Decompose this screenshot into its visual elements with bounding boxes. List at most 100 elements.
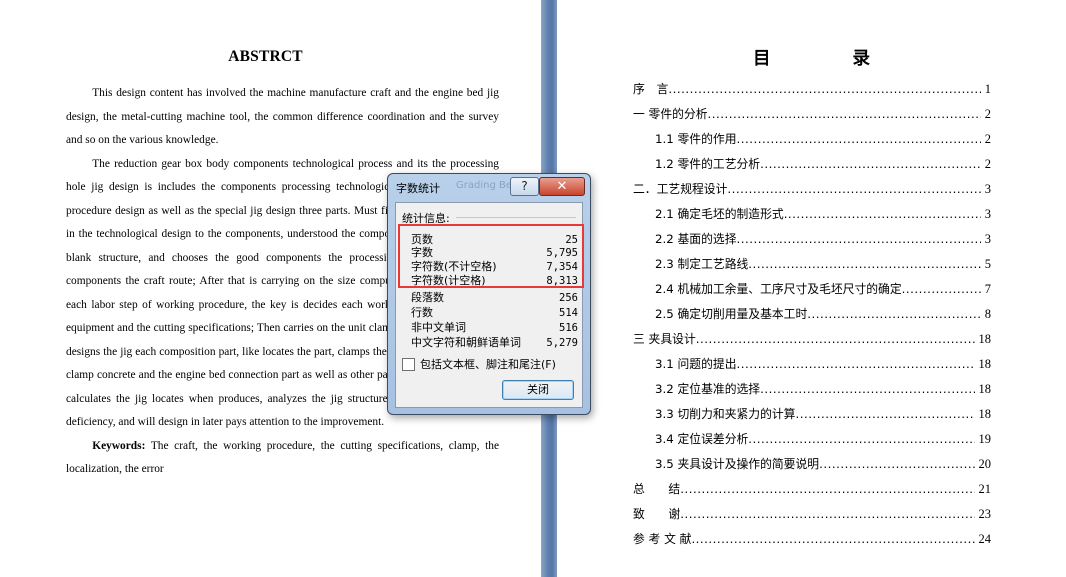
- stat-value: 516: [559, 322, 578, 334]
- stat-row: 中文字符和朝鲜语单词 5,279: [411, 336, 578, 350]
- help-button[interactable]: ?: [510, 177, 539, 196]
- toc-entry-page: 21: [978, 482, 992, 496]
- toc-entry[interactable]: 1.2 零件的工艺分析 2: [633, 152, 991, 177]
- word-count-dialog: 字数统计 Grading Be ? ✕ 统计信息: 页数 25 字数 5,795 字符数…: [387, 173, 591, 415]
- toc-entry-page: 2: [984, 132, 991, 146]
- toc-leader-dots: [737, 352, 975, 377]
- toc-leader-dots: [902, 277, 981, 302]
- toc-entry-label: 2.3 制定工艺路线: [655, 257, 749, 271]
- close-button[interactable]: 关闭: [502, 380, 574, 400]
- stat-label: 中文字符和朝鲜语单词: [411, 336, 521, 349]
- toc-entry-label: 2.4 机械加工余量、工序尺寸及毛坯尺寸的确定: [655, 282, 902, 296]
- include-textbox-checkbox-row[interactable]: 包括文本框、脚注和尾注(F): [402, 356, 556, 372]
- toc-entry[interactable]: 3.3 切削力和夹紧力的计算 18: [633, 402, 991, 427]
- toc-entry-label: 序 言: [633, 82, 669, 96]
- help-icon: ?: [521, 179, 528, 193]
- toc-leader-dots: [737, 127, 981, 152]
- toc-entry[interactable]: 2.1 确定毛坯的制造形式 3: [633, 202, 991, 227]
- toc-entry-page: 2: [984, 107, 991, 121]
- toc-title: 目 录: [752, 49, 909, 69]
- toc-entry-page: 3: [984, 207, 991, 221]
- toc-entry-label: 三 夹具设计: [633, 332, 696, 346]
- toc-entry-page: 18: [978, 382, 992, 396]
- toc-entry[interactable]: 总 结 21: [633, 477, 991, 502]
- toc-entry-page: 18: [978, 332, 992, 346]
- keywords-paragraph: Keywords: The craft, the working procedu…: [66, 435, 499, 482]
- abstract-paragraph-1: This design content has involved the mac…: [66, 87, 499, 146]
- dialog-titlebar[interactable]: 字数统计 Grading Be ? ✕: [388, 174, 590, 200]
- toc-leader-dots: [708, 102, 981, 127]
- toc-entry-page: 18: [978, 357, 992, 371]
- stat-row: 段落数 256: [411, 291, 578, 305]
- toc-entry[interactable]: 3.2 定位基准的选择 18: [633, 377, 991, 402]
- toc-entry-label: 3.3 切削力和夹紧力的计算: [655, 407, 796, 421]
- toc-entry-page: 19: [978, 432, 992, 446]
- toc-entry-label: 二．工艺规程设计: [633, 182, 728, 196]
- toc-entry[interactable]: 三 夹具设计 18: [633, 327, 991, 352]
- toc-leader-dots: [760, 152, 981, 177]
- dialog-title: 字数统计: [396, 182, 440, 195]
- toc-leader-dots: [748, 252, 980, 277]
- close-icon: ✕: [556, 179, 568, 194]
- toc-entry[interactable]: 二．工艺规程设计 3: [633, 177, 991, 202]
- table-of-contents: 序 言 1 一 零件的分析 2 1.1 零件的作用 2 1.2 零件的工艺分析 2 二．工艺规程…: [633, 77, 991, 552]
- toc-entry-label: 参 考 文 献: [633, 532, 692, 546]
- toc-entry-label: 致 谢: [633, 507, 681, 521]
- toc-entry-page: 7: [984, 282, 991, 296]
- stat-label: 段落数: [411, 291, 444, 304]
- toc-entry[interactable]: 一 零件的分析 2: [633, 102, 991, 127]
- toc-entry[interactable]: 2.2 基面的选择 3: [633, 227, 991, 252]
- highlight-box: [398, 224, 584, 288]
- toc-entry-page: 5: [984, 257, 991, 271]
- stat-value: 256: [559, 292, 578, 304]
- stat-row: 行数 514: [411, 306, 578, 320]
- toc-entry[interactable]: 3.5 夹具设计及操作的简要说明 20: [633, 452, 991, 477]
- toc-entry-page: 23: [978, 507, 992, 521]
- stat-value: 514: [559, 307, 578, 319]
- toc-entry-label: 3.4 定位误差分析: [655, 432, 749, 446]
- abstract-title: ABSTRCT: [228, 48, 303, 65]
- toc-entry-label: 一 零件的分析: [633, 107, 708, 121]
- toc-entry-page: 8: [984, 307, 991, 321]
- toc-leader-dots: [696, 327, 975, 352]
- stat-value: 5,279: [546, 337, 578, 349]
- toc-leader-dots: [680, 477, 974, 502]
- toc-entry[interactable]: 致 谢 23: [633, 502, 991, 527]
- toc-entry[interactable]: 参 考 文 献 24: [633, 527, 991, 552]
- toc-entry-label: 2.5 确定切削用量及基本工时: [655, 307, 808, 321]
- toc-entry-page: 1: [984, 82, 991, 96]
- toc-leader-dots: [807, 302, 980, 327]
- toc-entry[interactable]: 3.1 问题的提出 18: [633, 352, 991, 377]
- toc-entry-page: 24: [978, 532, 992, 546]
- toc-entry[interactable]: 2.3 制定工艺路线 5: [633, 252, 991, 277]
- stats-divider: [456, 217, 576, 218]
- toc-entry-label: 1.2 零件的工艺分析: [655, 157, 761, 171]
- toc-entry-label: 3.5 夹具设计及操作的简要说明: [655, 457, 820, 471]
- toc-entry[interactable]: 2.5 确定切削用量及基本工时 8: [633, 302, 991, 327]
- toc-leader-dots: [691, 527, 974, 552]
- close-window-button[interactable]: ✕: [539, 177, 585, 196]
- include-textbox-checkbox[interactable]: [402, 357, 415, 371]
- toc-leader-dots: [748, 427, 974, 452]
- toc-leader-dots: [784, 202, 981, 227]
- toc-leader-dots: [819, 452, 974, 477]
- keywords-label: Keywords:: [92, 439, 146, 452]
- stat-label: 非中文单词: [411, 321, 466, 334]
- toc-leader-dots: [795, 402, 974, 427]
- toc-entry[interactable]: 1.1 零件的作用 2: [633, 127, 991, 152]
- toc-entry[interactable]: 3.4 定位误差分析 19: [633, 427, 991, 452]
- toc-leader-dots: [727, 177, 980, 202]
- stat-label: 行数: [411, 306, 433, 319]
- toc-entry-label: 总 结: [633, 482, 681, 496]
- toc-entry-label: 3.1 问题的提出: [655, 357, 737, 371]
- toc-entry-page: 3: [984, 232, 991, 246]
- include-textbox-label: 包括文本框、脚注和尾注(F): [420, 358, 556, 371]
- stat-row: 非中文单词 516: [411, 321, 578, 335]
- toc-leader-dots: [737, 227, 981, 252]
- toc-entry-page: 18: [978, 407, 992, 421]
- toc-entry[interactable]: 序 言 1: [633, 77, 991, 102]
- toc-entry-label: 1.1 零件的作用: [655, 132, 737, 146]
- toc-entry-page: 3: [984, 182, 991, 196]
- dialog-title-ghost-text: Grading Be: [456, 180, 512, 191]
- toc-entry[interactable]: 2.4 机械加工余量、工序尺寸及毛坯尺寸的确定 7: [633, 277, 991, 302]
